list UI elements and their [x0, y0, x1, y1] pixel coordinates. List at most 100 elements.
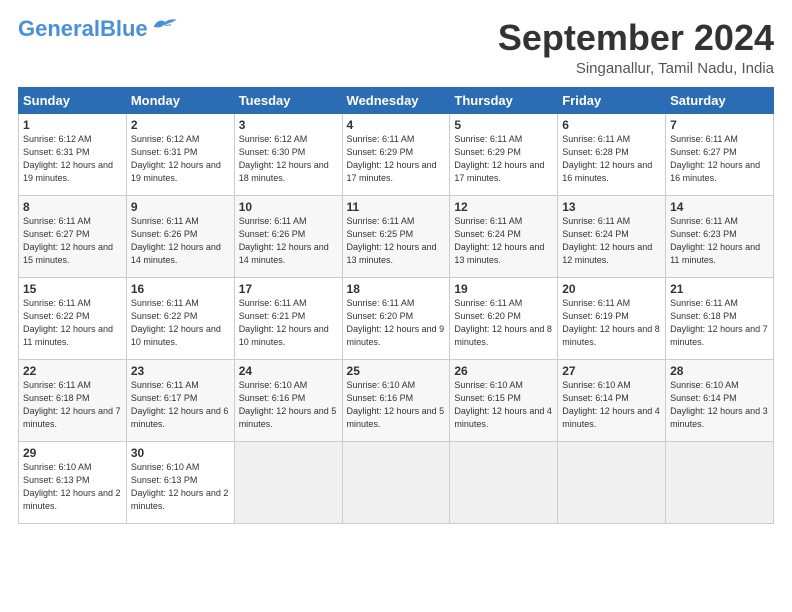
day-number: 9 [131, 200, 230, 214]
title-block: September 2024 Singanallur, Tamil Nadu, … [498, 18, 774, 77]
calendar-day-header: Monday [126, 87, 234, 113]
day-info: Sunrise: 6:10 AMSunset: 6:13 PMDaylight:… [23, 462, 121, 511]
calendar-day-cell: 10 Sunrise: 6:11 AMSunset: 6:26 PMDaylig… [234, 195, 342, 277]
calendar-day-cell: 26 Sunrise: 6:10 AMSunset: 6:15 PMDaylig… [450, 359, 558, 441]
calendar-week-row: 22 Sunrise: 6:11 AMSunset: 6:18 PMDaylig… [19, 359, 774, 441]
calendar-day-cell: 28 Sunrise: 6:10 AMSunset: 6:14 PMDaylig… [666, 359, 774, 441]
day-info: Sunrise: 6:11 AMSunset: 6:28 PMDaylight:… [562, 134, 652, 183]
day-number: 26 [454, 364, 553, 378]
calendar-week-row: 8 Sunrise: 6:11 AMSunset: 6:27 PMDayligh… [19, 195, 774, 277]
day-number: 19 [454, 282, 553, 296]
logo-bird-icon [150, 16, 178, 34]
calendar-day-cell: 15 Sunrise: 6:11 AMSunset: 6:22 PMDaylig… [19, 277, 127, 359]
day-number: 6 [562, 118, 661, 132]
day-number: 3 [239, 118, 338, 132]
calendar-day-cell: 1 Sunrise: 6:12 AMSunset: 6:31 PMDayligh… [19, 113, 127, 195]
day-number: 23 [131, 364, 230, 378]
calendar-day-cell: 17 Sunrise: 6:11 AMSunset: 6:21 PMDaylig… [234, 277, 342, 359]
calendar-day-header: Friday [558, 87, 666, 113]
day-info: Sunrise: 6:11 AMSunset: 6:29 PMDaylight:… [347, 134, 437, 183]
calendar-day-cell: 4 Sunrise: 6:11 AMSunset: 6:29 PMDayligh… [342, 113, 450, 195]
calendar-day-cell: 16 Sunrise: 6:11 AMSunset: 6:22 PMDaylig… [126, 277, 234, 359]
day-info: Sunrise: 6:11 AMSunset: 6:26 PMDaylight:… [131, 216, 221, 265]
day-info: Sunrise: 6:10 AMSunset: 6:16 PMDaylight:… [239, 380, 337, 429]
logo-blue: Blue [100, 16, 148, 41]
day-number: 20 [562, 282, 661, 296]
calendar-day-cell: 13 Sunrise: 6:11 AMSunset: 6:24 PMDaylig… [558, 195, 666, 277]
day-number: 13 [562, 200, 661, 214]
day-info: Sunrise: 6:11 AMSunset: 6:20 PMDaylight:… [347, 298, 445, 347]
calendar-day-cell: 18 Sunrise: 6:11 AMSunset: 6:20 PMDaylig… [342, 277, 450, 359]
month-title: September 2024 [498, 18, 774, 58]
calendar-week-row: 1 Sunrise: 6:12 AMSunset: 6:31 PMDayligh… [19, 113, 774, 195]
day-info: Sunrise: 6:11 AMSunset: 6:23 PMDaylight:… [670, 216, 760, 265]
day-number: 7 [670, 118, 769, 132]
calendar-day-header: Tuesday [234, 87, 342, 113]
day-info: Sunrise: 6:11 AMSunset: 6:22 PMDaylight:… [23, 298, 113, 347]
page: GeneralBlue September 2024 Singanallur, … [0, 0, 792, 612]
day-number: 11 [347, 200, 446, 214]
calendar-day-cell: 25 Sunrise: 6:10 AMSunset: 6:16 PMDaylig… [342, 359, 450, 441]
day-info: Sunrise: 6:11 AMSunset: 6:25 PMDaylight:… [347, 216, 437, 265]
day-number: 24 [239, 364, 338, 378]
day-number: 15 [23, 282, 122, 296]
day-number: 18 [347, 282, 446, 296]
day-number: 14 [670, 200, 769, 214]
day-info: Sunrise: 6:11 AMSunset: 6:20 PMDaylight:… [454, 298, 552, 347]
day-info: Sunrise: 6:10 AMSunset: 6:15 PMDaylight:… [454, 380, 552, 429]
calendar-day-cell: 11 Sunrise: 6:11 AMSunset: 6:25 PMDaylig… [342, 195, 450, 277]
logo: GeneralBlue [18, 18, 178, 40]
calendar-table: SundayMondayTuesdayWednesdayThursdayFrid… [18, 87, 774, 524]
calendar-day-cell: 27 Sunrise: 6:10 AMSunset: 6:14 PMDaylig… [558, 359, 666, 441]
day-info: Sunrise: 6:11 AMSunset: 6:24 PMDaylight:… [562, 216, 652, 265]
day-info: Sunrise: 6:12 AMSunset: 6:31 PMDaylight:… [23, 134, 113, 183]
day-info: Sunrise: 6:10 AMSunset: 6:13 PMDaylight:… [131, 462, 229, 511]
day-number: 17 [239, 282, 338, 296]
calendar-day-cell: 21 Sunrise: 6:11 AMSunset: 6:18 PMDaylig… [666, 277, 774, 359]
calendar-day-cell: 30 Sunrise: 6:10 AMSunset: 6:13 PMDaylig… [126, 441, 234, 523]
calendar-day-cell: 20 Sunrise: 6:11 AMSunset: 6:19 PMDaylig… [558, 277, 666, 359]
day-info: Sunrise: 6:10 AMSunset: 6:16 PMDaylight:… [347, 380, 445, 429]
calendar-day-cell: 9 Sunrise: 6:11 AMSunset: 6:26 PMDayligh… [126, 195, 234, 277]
calendar-day-cell: 19 Sunrise: 6:11 AMSunset: 6:20 PMDaylig… [450, 277, 558, 359]
day-info: Sunrise: 6:11 AMSunset: 6:21 PMDaylight:… [239, 298, 329, 347]
calendar-day-header: Sunday [19, 87, 127, 113]
calendar-day-header: Wednesday [342, 87, 450, 113]
calendar-day-cell: 12 Sunrise: 6:11 AMSunset: 6:24 PMDaylig… [450, 195, 558, 277]
calendar-day-cell: 24 Sunrise: 6:10 AMSunset: 6:16 PMDaylig… [234, 359, 342, 441]
day-info: Sunrise: 6:11 AMSunset: 6:18 PMDaylight:… [23, 380, 121, 429]
calendar-header-row: SundayMondayTuesdayWednesdayThursdayFrid… [19, 87, 774, 113]
calendar-day-cell: 29 Sunrise: 6:10 AMSunset: 6:13 PMDaylig… [19, 441, 127, 523]
calendar-week-row: 29 Sunrise: 6:10 AMSunset: 6:13 PMDaylig… [19, 441, 774, 523]
calendar-day-cell: 23 Sunrise: 6:11 AMSunset: 6:17 PMDaylig… [126, 359, 234, 441]
calendar-day-cell: 5 Sunrise: 6:11 AMSunset: 6:29 PMDayligh… [450, 113, 558, 195]
calendar-day-cell: 14 Sunrise: 6:11 AMSunset: 6:23 PMDaylig… [666, 195, 774, 277]
day-info: Sunrise: 6:11 AMSunset: 6:27 PMDaylight:… [670, 134, 760, 183]
day-info: Sunrise: 6:10 AMSunset: 6:14 PMDaylight:… [670, 380, 768, 429]
calendar-day-cell [234, 441, 342, 523]
calendar-day-header: Thursday [450, 87, 558, 113]
logo-text: GeneralBlue [18, 18, 148, 40]
calendar-day-cell: 22 Sunrise: 6:11 AMSunset: 6:18 PMDaylig… [19, 359, 127, 441]
day-info: Sunrise: 6:11 AMSunset: 6:18 PMDaylight:… [670, 298, 768, 347]
day-number: 28 [670, 364, 769, 378]
day-number: 4 [347, 118, 446, 132]
day-number: 30 [131, 446, 230, 460]
calendar-day-cell [342, 441, 450, 523]
day-number: 12 [454, 200, 553, 214]
day-number: 1 [23, 118, 122, 132]
calendar-day-cell: 2 Sunrise: 6:12 AMSunset: 6:31 PMDayligh… [126, 113, 234, 195]
logo-general: General [18, 16, 100, 41]
day-info: Sunrise: 6:11 AMSunset: 6:17 PMDaylight:… [131, 380, 229, 429]
day-info: Sunrise: 6:11 AMSunset: 6:27 PMDaylight:… [23, 216, 113, 265]
calendar-day-cell [450, 441, 558, 523]
day-number: 27 [562, 364, 661, 378]
day-number: 5 [454, 118, 553, 132]
day-info: Sunrise: 6:12 AMSunset: 6:30 PMDaylight:… [239, 134, 329, 183]
day-number: 22 [23, 364, 122, 378]
day-info: Sunrise: 6:11 AMSunset: 6:19 PMDaylight:… [562, 298, 660, 347]
day-number: 29 [23, 446, 122, 460]
day-number: 2 [131, 118, 230, 132]
day-info: Sunrise: 6:11 AMSunset: 6:26 PMDaylight:… [239, 216, 329, 265]
day-info: Sunrise: 6:12 AMSunset: 6:31 PMDaylight:… [131, 134, 221, 183]
